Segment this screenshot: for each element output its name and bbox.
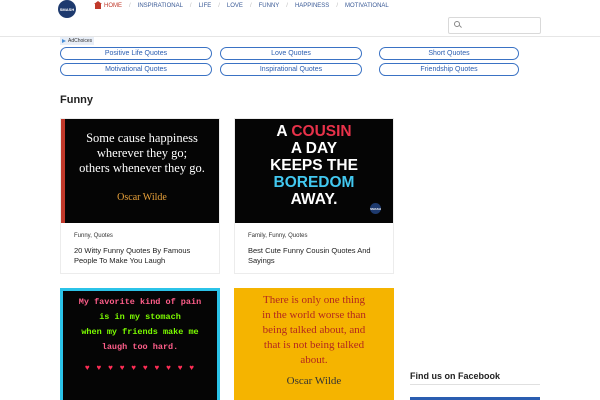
nav-item-love[interactable]: LOVE [220, 3, 250, 9]
quote-line: wherever they go; [96, 146, 188, 160]
search-icon[interactable] [454, 21, 460, 27]
search-input[interactable] [448, 17, 541, 34]
quote-line: Some cause happiness [86, 131, 198, 145]
quote-line: KEEPS THE [270, 157, 358, 174]
nav-item-motivational[interactable]: MOTIVATIONAL [338, 3, 396, 9]
post-thumbnail[interactable]: My favorite kind of pain is in my stomac… [60, 288, 220, 400]
post-categories[interactable]: Family, Funny, Quotes [248, 233, 307, 239]
post-card[interactable]: A COUSIN A DAY KEEPS THE BOREDOM AWAY. S… [234, 118, 394, 274]
nav-item-funny[interactable]: FUNNY [252, 3, 287, 9]
quote-line: in the world worse than [262, 309, 366, 321]
link-inspirational-quotes[interactable]: Inspirational Quotes [220, 63, 362, 76]
nav-item-inspirational[interactable]: INSPIRATIONAL [131, 3, 190, 9]
quote-line: others whenever they go. [79, 161, 205, 175]
hearts-row: ♥ ♥ ♥ ♥ ♥ ♥ ♥ ♥ ♥ ♥ [84, 364, 196, 373]
logo-text: SMASH [59, 6, 75, 12]
site-logo[interactable]: SMASH [58, 0, 76, 18]
link-friendship-quotes[interactable]: Friendship Quotes [379, 63, 519, 76]
quote-line: being talked about, and [262, 324, 366, 336]
widget-divider [410, 384, 540, 385]
thumbnail-quote-text: There is only one thing in the world wor… [234, 293, 394, 389]
post-thumbnail[interactable]: There is only one thing in the world wor… [234, 288, 394, 400]
smash-badge: SMASH [370, 203, 381, 214]
nav-item-life[interactable]: LIFE [192, 3, 219, 9]
quote-line: My favorite kind of pain [78, 297, 202, 307]
quote-line: that is not being talked [263, 339, 365, 351]
link-short-quotes[interactable]: Short Quotes [379, 47, 519, 60]
quote-line: BOREDOM [273, 174, 355, 191]
link-love-quotes[interactable]: Love Quotes [220, 47, 362, 60]
badge-text: SMASH [370, 206, 381, 211]
thumbnail-quote-text: My favorite kind of pain is in my stomac… [63, 295, 217, 376]
link-positive-life-quotes[interactable]: Positive Life Quotes [60, 47, 212, 60]
post-card[interactable]: Some cause happiness wherever they go; o… [60, 118, 220, 274]
quote-line: A [276, 123, 287, 140]
post-title[interactable]: 20 Witty Funny Quotes By Famous People T… [74, 246, 214, 266]
thumbnail-quote-text: Some cause happiness wherever they go; o… [67, 131, 217, 205]
home-icon [94, 0, 102, 9]
main-nav: HOME / INSPIRATIONAL / LIFE / LOVE / FUN… [88, 0, 396, 12]
thumbnail-quote-text: A COUSIN A DAY KEEPS THE BOREDOM AWAY. [235, 123, 393, 208]
adchoices-badge[interactable]: AdChoices [60, 37, 95, 45]
nav-item-happiness[interactable]: HAPPINESS [288, 3, 336, 9]
thumbnail-inner: My favorite kind of pain is in my stomac… [63, 291, 217, 400]
top-bar: SMASH HOME / INSPIRATIONAL / LIFE / LOVE… [0, 0, 600, 37]
adchoices-label: AdChoices [68, 38, 93, 44]
quote-line: laugh too hard. [101, 342, 179, 352]
quote-line: about. [300, 354, 328, 366]
quote-line: is in my stomach [99, 312, 181, 322]
post-card[interactable]: My favorite kind of pain is in my stomac… [60, 288, 220, 400]
quote-line: when my friends make me [81, 327, 199, 337]
post-thumbnail[interactable]: A COUSIN A DAY KEEPS THE BOREDOM AWAY. S… [235, 119, 393, 223]
link-motivational-quotes[interactable]: Motivational Quotes [60, 63, 212, 76]
nav-item-home[interactable]: HOME [88, 0, 129, 9]
quote-author: Oscar Wilde [286, 375, 342, 387]
quote-line: COUSIN [291, 123, 352, 140]
post-thumbnail[interactable]: Some cause happiness wherever they go; o… [61, 119, 219, 223]
quote-line: There is only one thing [262, 294, 366, 306]
facebook-widget-title: Find us on Facebook [410, 371, 501, 381]
quote-line: AWAY. [290, 191, 338, 208]
nav-label: HOME [104, 3, 122, 9]
post-categories[interactable]: Funny, Quotes [74, 233, 113, 239]
post-title[interactable]: Best Cute Funny Cousin Quotes And Saying… [248, 246, 388, 266]
adchoices-icon [62, 39, 66, 43]
thumbnail-accent-bar [61, 119, 65, 223]
section-title: Funny [60, 94, 93, 106]
quote-line: A DAY [290, 140, 338, 157]
quote-author: Oscar Wilde [117, 192, 167, 203]
post-card[interactable]: There is only one thing in the world wor… [234, 288, 394, 400]
